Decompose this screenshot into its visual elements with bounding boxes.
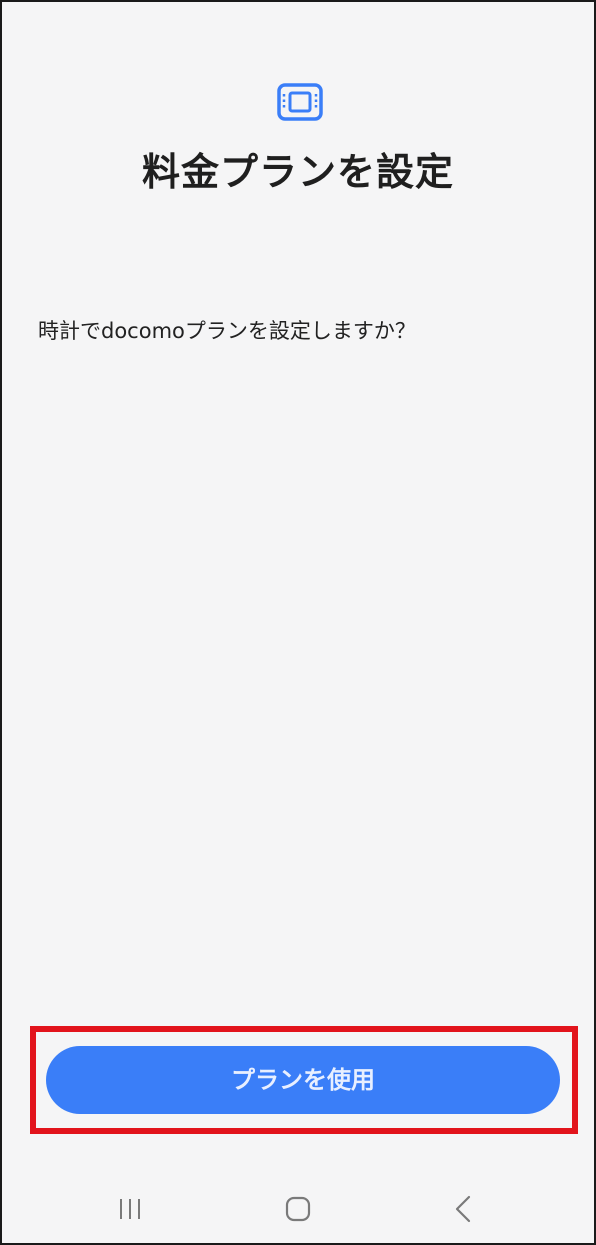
recents-icon[interactable] [117,1198,143,1220]
screen: 料金プランを設定 時計でdocomoプランを設定しますか？ プランを使用 [0,0,596,1245]
plan-card-icon [277,83,323,121]
question-text: 時計でdocomoプランを設定しますか？ [38,319,416,343]
page-title: 料金プランを設定 [141,150,454,194]
use-plan-button[interactable]: プランを使用 [46,1046,560,1114]
back-icon[interactable] [454,1195,472,1223]
home-icon[interactable] [285,1196,311,1222]
navigation-bar [2,1180,594,1236]
